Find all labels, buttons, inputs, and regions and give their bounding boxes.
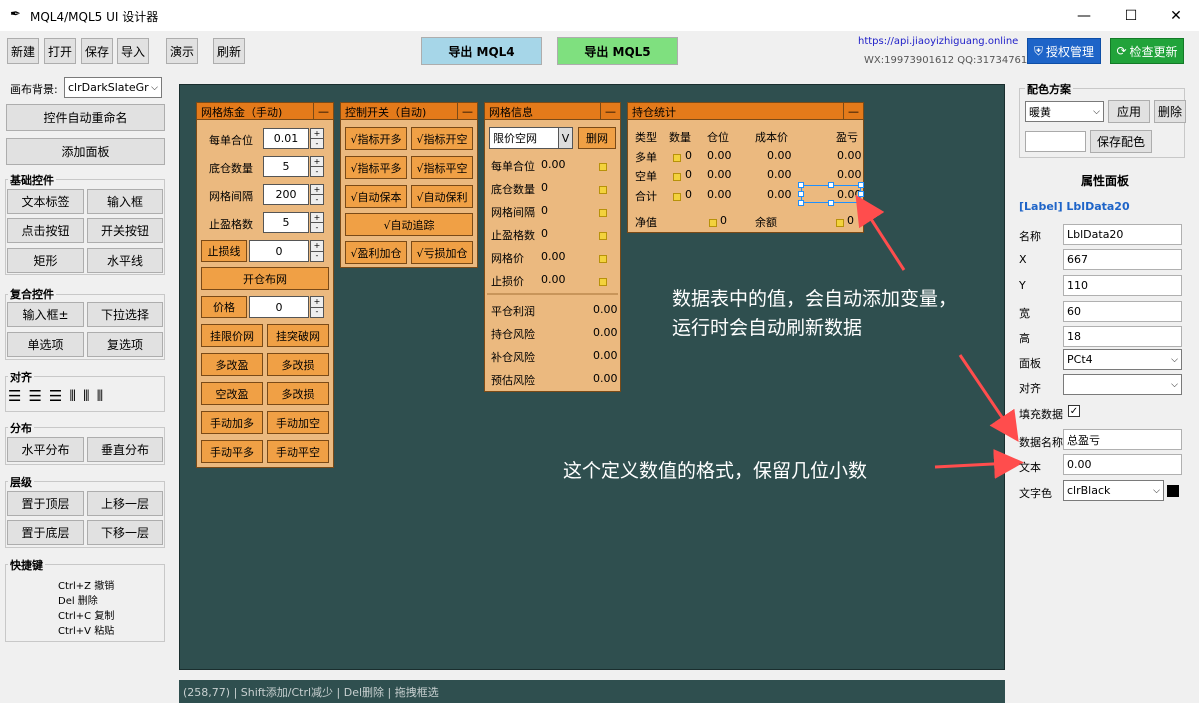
scheme-select[interactable]: 暖黄 ⌵ <box>1025 101 1104 122</box>
chevron-down-icon: ⌵ <box>1171 379 1178 390</box>
annotation-format: 这个定义数值的格式，保留几位小数 <box>563 460 868 482</box>
arrow-to-label <box>855 194 906 271</box>
prop-height-input[interactable]: 18 <box>1063 326 1182 347</box>
prop-width-input[interactable]: 60 <box>1063 301 1182 322</box>
prop-color-select[interactable]: clrBlack ⌵ <box>1063 480 1164 501</box>
selected-control-name: [Label] LblData20 <box>1019 200 1130 213</box>
prop-align-select[interactable]: ⌵ <box>1063 374 1182 395</box>
prop-x-label: X <box>1019 253 1027 266</box>
apply-scheme-button[interactable]: 应用 <box>1108 100 1150 123</box>
prop-color-label: 文字色 <box>1019 487 1052 500</box>
prop-width-label: 宽 <box>1019 307 1030 320</box>
prop-panel-select[interactable]: PCt4 ⌵ <box>1063 349 1182 370</box>
color-swatch[interactable] <box>1167 485 1179 497</box>
delete-scheme-button[interactable]: 删除 <box>1154 100 1186 123</box>
prop-name-label: 名称 <box>1019 230 1041 243</box>
prop-fill-label: 填充数据 <box>1019 408 1063 421</box>
scheme-name-input[interactable] <box>1025 131 1086 152</box>
props-panel-title: 属性面板 <box>1081 174 1130 188</box>
color-scheme-title: 配色方案 <box>1025 81 1073 97</box>
save-scheme-button[interactable]: 保存配色 <box>1090 130 1152 153</box>
prop-height-label: 高 <box>1019 332 1030 345</box>
prop-y-input[interactable]: 110 <box>1063 275 1182 296</box>
chevron-down-icon: ⌵ <box>1093 106 1100 117</box>
prop-fill-checkbox[interactable]: ✓ <box>1068 405 1080 417</box>
prop-y-label: Y <box>1019 279 1026 292</box>
prop-dataname-label: 数据名称 <box>1019 436 1063 449</box>
prop-panel-label: 面板 <box>1019 357 1041 370</box>
annotation-line-2: 运行时会自动刷新数据 <box>672 317 863 339</box>
prop-text-input[interactable]: 0.00 <box>1063 454 1182 475</box>
prop-x-input[interactable]: 667 <box>1063 249 1182 270</box>
prop-text-label: 文本 <box>1019 461 1041 474</box>
prop-dataname-input[interactable]: 总盈亏 <box>1063 429 1182 450</box>
chevron-down-icon: ⌵ <box>1171 354 1178 365</box>
arrow-to-text <box>934 448 1024 479</box>
prop-align-label: 对齐 <box>1019 382 1041 395</box>
arrow-to-dataname <box>958 354 1019 442</box>
annotation-line-1: 数据表中的值，会自动添加变量， <box>672 288 958 310</box>
chevron-down-icon: ⌵ <box>1153 485 1160 496</box>
prop-name-input[interactable]: LblData20 <box>1063 224 1182 245</box>
